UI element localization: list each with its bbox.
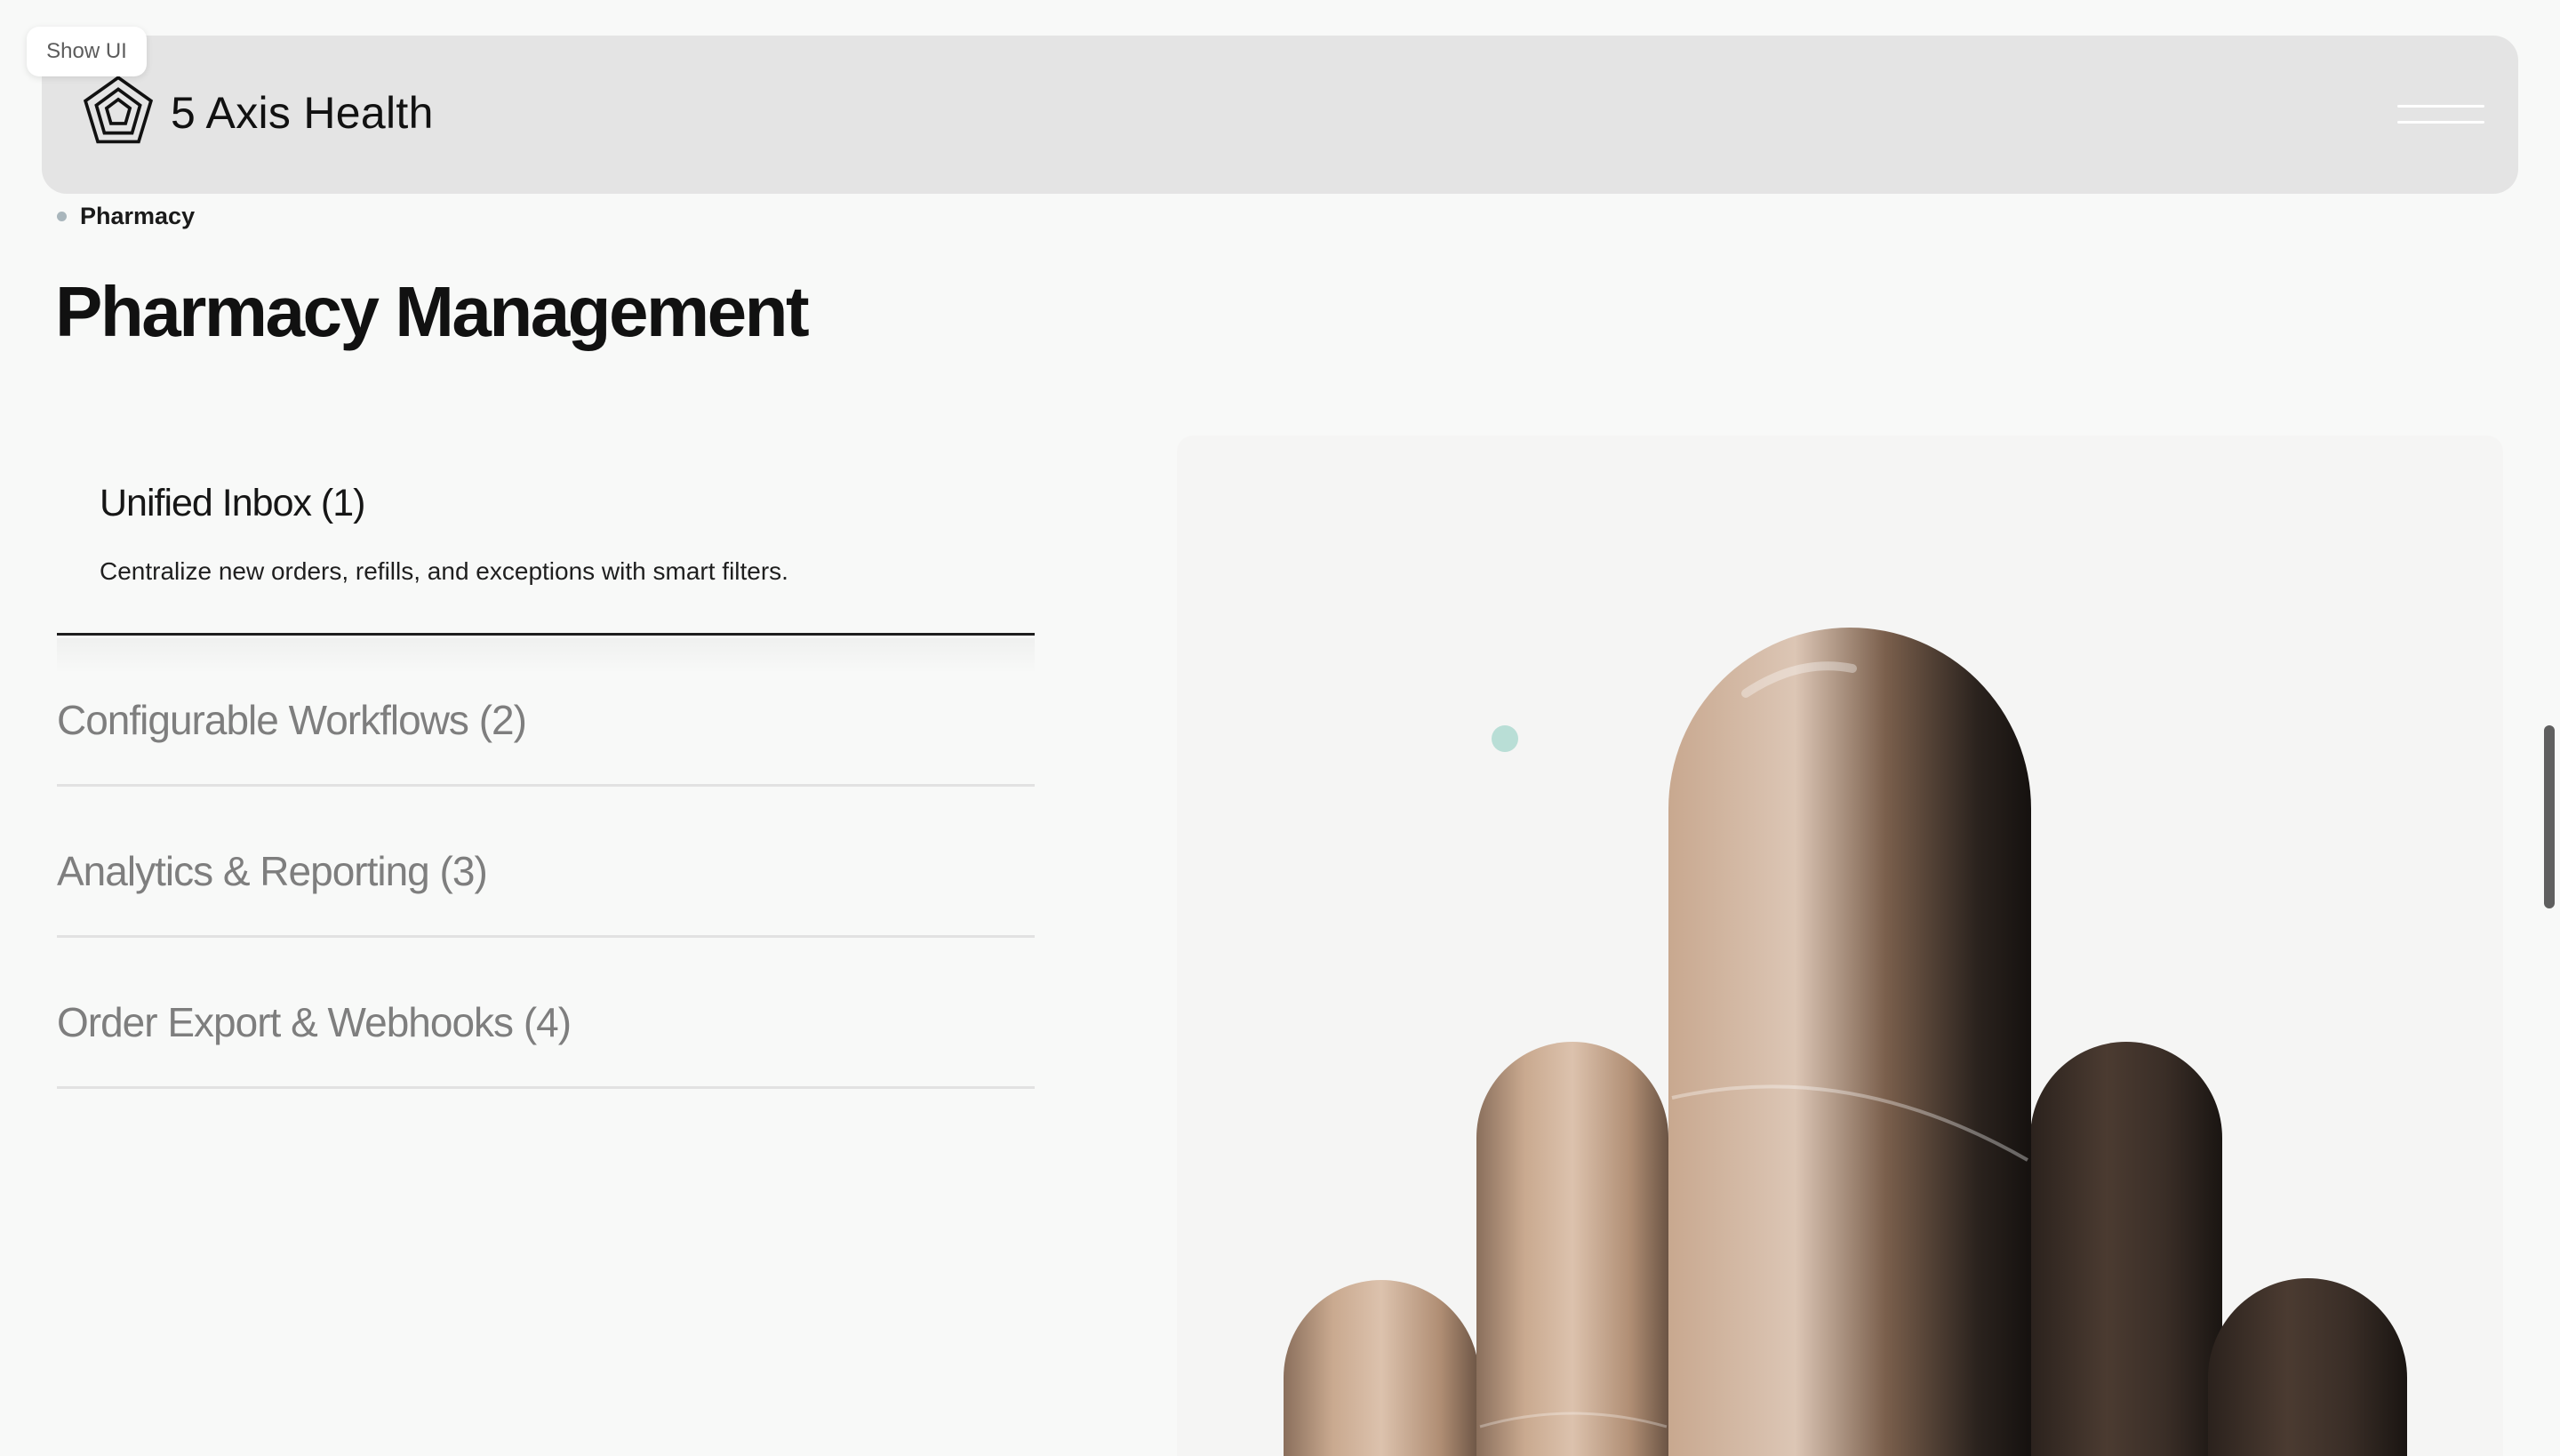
brand-name[interactable]: 5 Axis Health	[171, 87, 434, 139]
capsule-left-small	[1284, 1280, 1479, 1456]
capsule-left	[1476, 1042, 1668, 1456]
accordion-item-analytics-reporting[interactable]: Analytics & Reporting (3)	[57, 787, 1035, 938]
accordion-item-title: Order Export & Webhooks (4)	[57, 999, 572, 1045]
page-scrollbar-thumb[interactable]	[2544, 725, 2555, 908]
accordion-item-title: Analytics & Reporting (3)	[57, 848, 488, 894]
accordion-item-configurable-workflows[interactable]: Configurable Workflows (2)	[57, 636, 1035, 787]
accordion-item-title: Configurable Workflows (2)	[57, 697, 527, 743]
page-title: Pharmacy Management	[55, 272, 810, 351]
capsules-illustration	[1284, 628, 2407, 1456]
capsule-right-small	[2208, 1278, 2407, 1456]
accordion-item-title: Unified Inbox (1)	[100, 482, 365, 524]
pentagon-logo-icon[interactable]	[82, 75, 155, 148]
breadcrumb-label[interactable]: Pharmacy	[80, 203, 195, 230]
feature-accordion: Unified Inbox (1) Centralize new orders,…	[57, 436, 1035, 1089]
capsule-right	[2030, 1042, 2222, 1456]
show-ui-button[interactable]: Show UI	[27, 27, 147, 76]
capsules-image	[1177, 436, 2503, 1456]
accordion-item-unified-inbox[interactable]: Unified Inbox (1) Centralize new orders,…	[57, 436, 1035, 674]
accent-dot	[1492, 725, 1518, 752]
menu-line	[2397, 105, 2484, 108]
accordion-item-description: Centralize new orders, refills, and exce…	[100, 557, 788, 585]
hamburger-menu-icon[interactable]	[2397, 98, 2484, 130]
menu-line	[2397, 121, 2484, 124]
capsule-center	[1668, 628, 2031, 1456]
accordion-item-order-export-webhooks[interactable]: Order Export & Webhooks (4)	[57, 938, 1035, 1089]
page: Show UI 5 Axis Health Pharmacy Pharmacy …	[0, 0, 2560, 1456]
site-header: 5 Axis Health	[42, 36, 2518, 194]
breadcrumb: Pharmacy	[57, 203, 195, 230]
breadcrumb-dot-icon	[57, 212, 67, 221]
